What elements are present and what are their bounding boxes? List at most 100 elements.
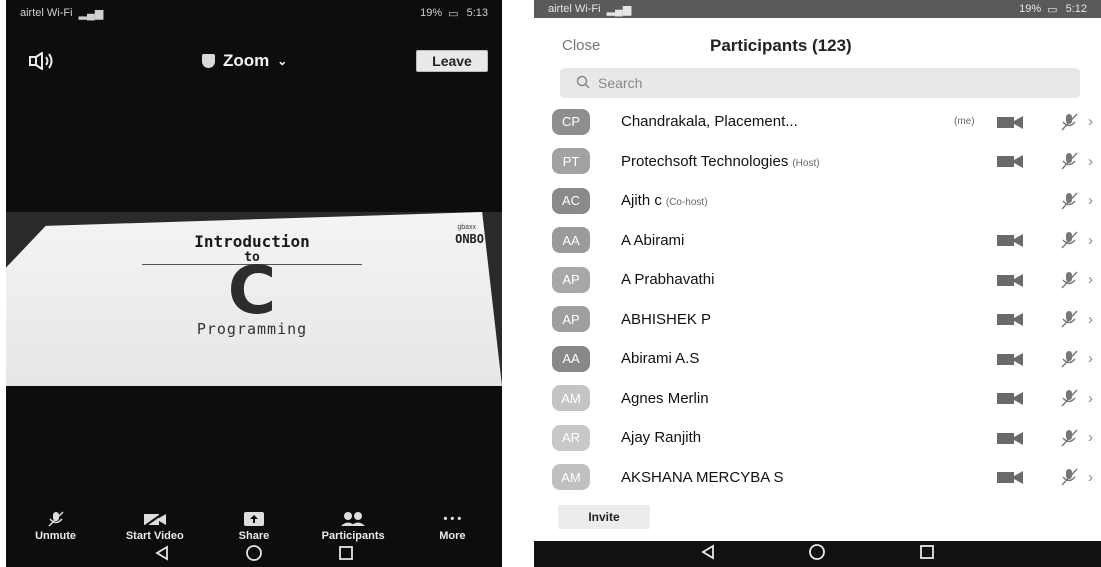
muted-mic-icon: [1061, 192, 1078, 210]
participant-row[interactable]: AA A Abirami ›: [534, 221, 1101, 261]
chevron-right-icon: ›: [1088, 271, 1093, 289]
recents-icon[interactable]: [919, 544, 935, 565]
participant-name: Agnes Merlin: [621, 389, 709, 407]
participant-name: A Prabhavathi: [621, 271, 715, 289]
shield-icon: [202, 54, 215, 68]
participants-screen: airtel Wi-Fi ▂▄▆ 19% ▭ 5:12 Close Partic…: [534, 0, 1101, 567]
chevron-right-icon: ›: [1088, 468, 1093, 486]
muted-mic-icon: [1061, 113, 1078, 131]
signal-icon: ▂▄▆: [606, 3, 632, 16]
muted-mic-icon: [1061, 271, 1078, 289]
battery-percent: 19%: [1019, 3, 1042, 15]
avatar: AP: [552, 266, 590, 293]
video-on-icon: [997, 313, 1023, 327]
participant-row[interactable]: AM Agnes Merlin ›: [534, 379, 1101, 419]
android-nav-bar: [534, 541, 1101, 567]
avatar: AA: [552, 345, 590, 372]
participant-row[interactable]: AC Ajith c (Co-host) ›: [534, 181, 1101, 221]
search-icon: [576, 75, 590, 92]
participants-icon: [339, 511, 367, 527]
shared-screen: gbaxx ONBO Introduction to C Programming: [6, 212, 502, 386]
participants-title: Participants (123): [710, 36, 852, 55]
participants-button[interactable]: Participants: [308, 511, 398, 542]
meeting-title[interactable]: Zoom ⌄: [202, 48, 287, 74]
home-icon[interactable]: [808, 543, 826, 566]
video-on-icon: [997, 155, 1023, 169]
battery-icon: ▭: [1047, 3, 1058, 16]
search-placeholder: Search: [598, 75, 643, 91]
muted-mic-icon: [47, 511, 65, 527]
muted-mic-icon: [1061, 468, 1078, 486]
participant-name: Ajith c: [621, 192, 662, 210]
search-input[interactable]: Search: [560, 68, 1080, 98]
video-on-icon: [997, 273, 1023, 287]
participant-row[interactable]: CP Chandrakala, Placement... (me) ›: [534, 102, 1101, 142]
video-on-icon: [997, 431, 1023, 445]
participant-row[interactable]: AA Abirami A.S ›: [534, 339, 1101, 379]
recents-icon[interactable]: [338, 545, 354, 566]
avatar: CP: [552, 108, 590, 135]
carrier-label: airtel Wi-Fi: [20, 7, 73, 19]
status-time: 5:13: [466, 7, 488, 19]
participant-name-wrap: A Prabhavathi: [621, 271, 714, 288]
participant-name-wrap: Protechsoft Technologies (Host): [621, 153, 820, 170]
participant-name: Chandrakala, Placement...: [621, 113, 798, 131]
participant-name: Protechsoft Technologies: [621, 152, 789, 170]
slide: gbaxx ONBO Introduction to C Programming: [6, 212, 502, 386]
share-label: Share: [238, 530, 270, 542]
status-time: 5:12: [1065, 3, 1087, 15]
participant-row[interactable]: AP ABHISHEK P ›: [534, 300, 1101, 340]
unmute-button[interactable]: Unmute: [11, 511, 101, 542]
muted-mic-icon: [1061, 350, 1078, 368]
participant-row[interactable]: AM AKSHANA MERCYBA S ›: [534, 458, 1101, 498]
share-icon: [243, 511, 265, 527]
video-on-icon: [997, 115, 1023, 129]
close-button[interactable]: Close: [562, 37, 600, 54]
participant-name-wrap: Ajith c (Co-host): [621, 192, 708, 209]
android-nav-bar: [6, 543, 502, 567]
more-button[interactable]: • • • More: [407, 511, 497, 542]
chevron-right-icon: ›: [1088, 350, 1093, 368]
participant-name: Ajay Ranjith: [621, 429, 702, 447]
chevron-right-icon: ›: [1088, 152, 1093, 170]
unmute-label: Unmute: [35, 530, 77, 542]
invite-button[interactable]: Invite: [558, 505, 650, 529]
back-icon[interactable]: [700, 543, 716, 565]
video-on-icon: [997, 234, 1023, 248]
battery-percent: 19%: [420, 7, 443, 19]
avatar: AM: [552, 464, 590, 491]
participant-role-tag: (Host): [792, 157, 820, 169]
participant-row[interactable]: AR Ajay Ranjith ›: [534, 418, 1101, 458]
participant-name: AKSHANA MERCYBA S: [621, 468, 784, 486]
slide-brand-small: gbaxx: [457, 224, 476, 231]
participant-row[interactable]: PT Protechsoft Technologies (Host) ›: [534, 142, 1101, 182]
avatar: AM: [552, 385, 590, 412]
avatar: AP: [552, 306, 590, 333]
status-bar: airtel Wi-Fi ▂▄▆ 19% ▭ 5:13: [6, 0, 502, 26]
slide-subtitle: Programming: [196, 320, 308, 338]
chevron-right-icon: ›: [1088, 429, 1093, 447]
leave-button[interactable]: Leave: [416, 50, 488, 72]
muted-mic-icon: [1061, 429, 1078, 447]
more-label: More: [439, 530, 466, 542]
participant-name-wrap: Agnes Merlin: [621, 390, 709, 407]
start-video-button[interactable]: Start Video: [110, 511, 200, 542]
back-icon[interactable]: [154, 544, 170, 566]
meeting-header: Zoom ⌄ Leave: [6, 44, 502, 78]
participant-row[interactable]: AP A Prabhavathi ›: [534, 260, 1101, 300]
participants-header: Close Participants (123): [534, 30, 1101, 62]
share-button[interactable]: Share: [209, 511, 299, 542]
participant-name: ABHISHEK P: [621, 310, 712, 328]
chevron-right-icon: ›: [1088, 389, 1093, 407]
slide-letter: C: [227, 252, 277, 329]
speaker-icon[interactable]: [28, 48, 64, 74]
video-off-icon: [143, 511, 167, 527]
participant-name-wrap: Ajay Ranjith: [621, 429, 701, 446]
participant-list: CP Chandrakala, Placement... (me) › PT Protec…: [534, 102, 1101, 497]
slide-brand: ONBO: [455, 232, 484, 246]
home-icon[interactable]: [245, 544, 263, 567]
participant-role-tag: (Co-host): [665, 197, 708, 209]
muted-mic-icon: [1061, 152, 1078, 170]
avatar: AA: [552, 227, 590, 254]
battery-icon: ▭: [448, 7, 459, 20]
